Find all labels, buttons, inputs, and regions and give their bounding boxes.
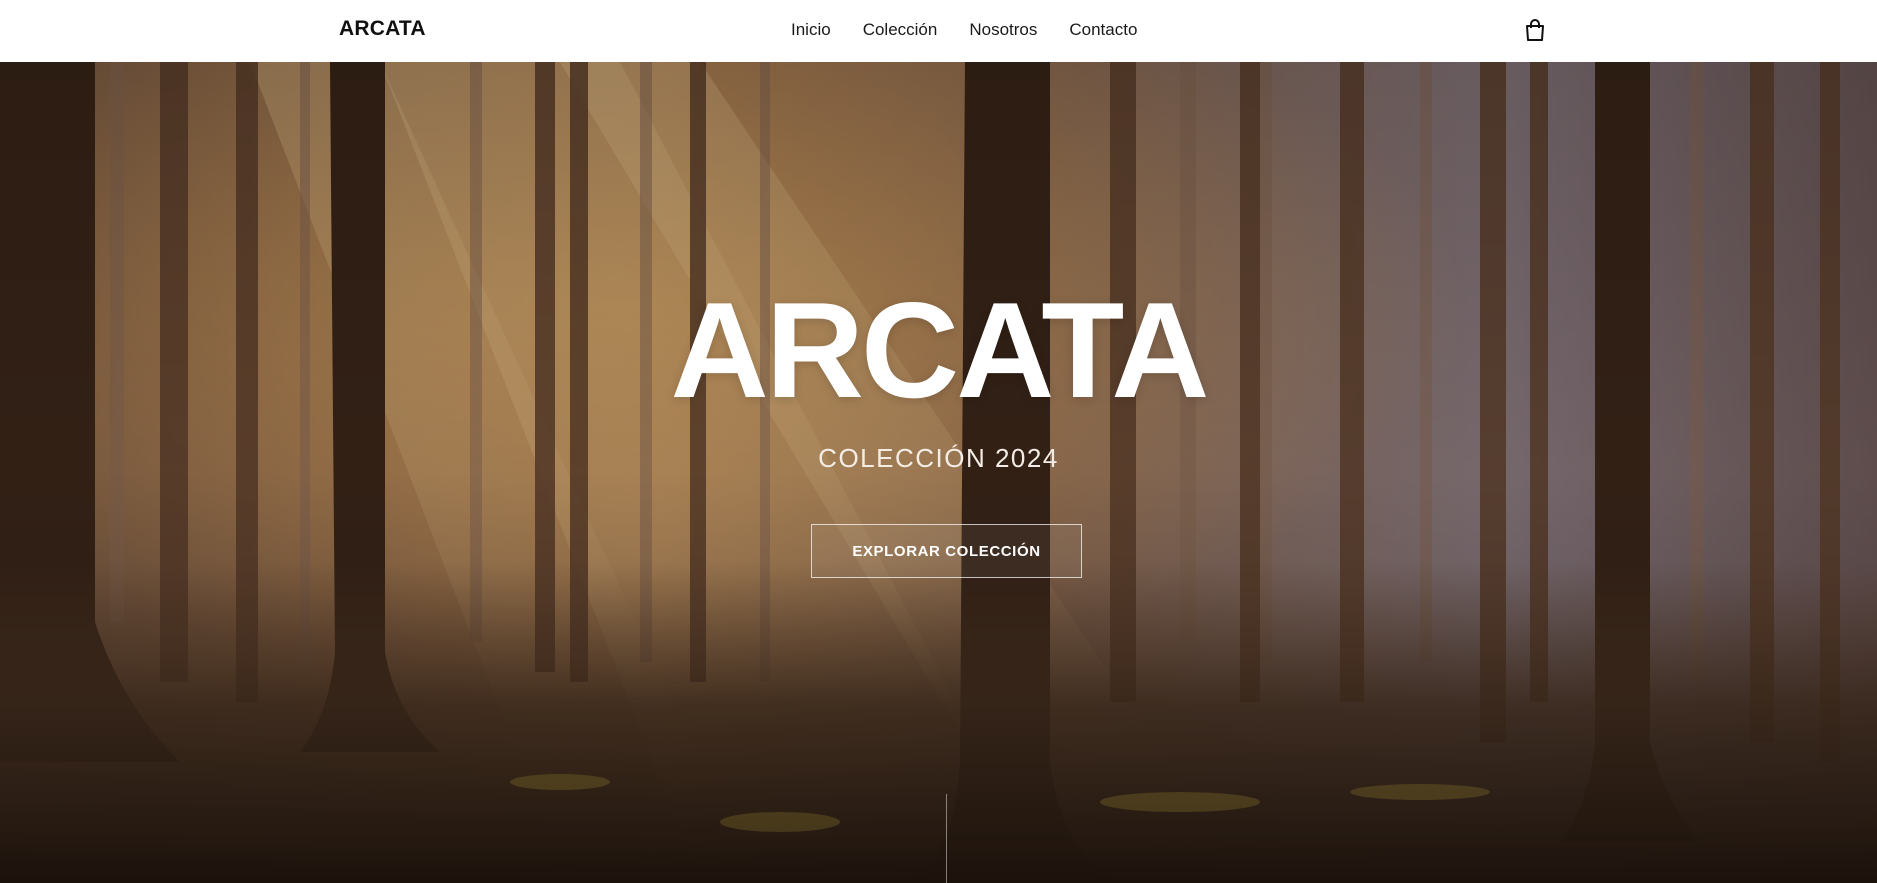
- scroll-indicator-line: [946, 794, 947, 883]
- brand-logo[interactable]: ARCATA: [339, 17, 426, 41]
- shopping-bag-icon[interactable]: [1524, 18, 1546, 42]
- hero-subtitle: COLECCIÓN 2024: [818, 443, 1059, 473]
- nav-item-nosotros[interactable]: Nosotros: [969, 20, 1037, 40]
- nav-item-coleccion[interactable]: Colección: [863, 20, 938, 40]
- nav-item-contacto[interactable]: Contacto: [1069, 20, 1137, 40]
- nav-item-inicio[interactable]: Inicio: [791, 20, 831, 40]
- hero-section: ARCATA COLECCIÓN 2024 EXPLORAR COLECCIÓN: [0, 62, 1877, 883]
- site-header: ARCATA Inicio Colección Nosotros Contact…: [0, 0, 1877, 62]
- hero-title: ARCATA: [670, 274, 1210, 426]
- main-nav: Inicio Colección Nosotros Contacto: [791, 20, 1137, 40]
- hero-content: ARCATA COLECCIÓN 2024 EXPLORAR COLECCIÓN: [0, 62, 1877, 883]
- explore-collection-button[interactable]: EXPLORAR COLECCIÓN: [811, 524, 1082, 578]
